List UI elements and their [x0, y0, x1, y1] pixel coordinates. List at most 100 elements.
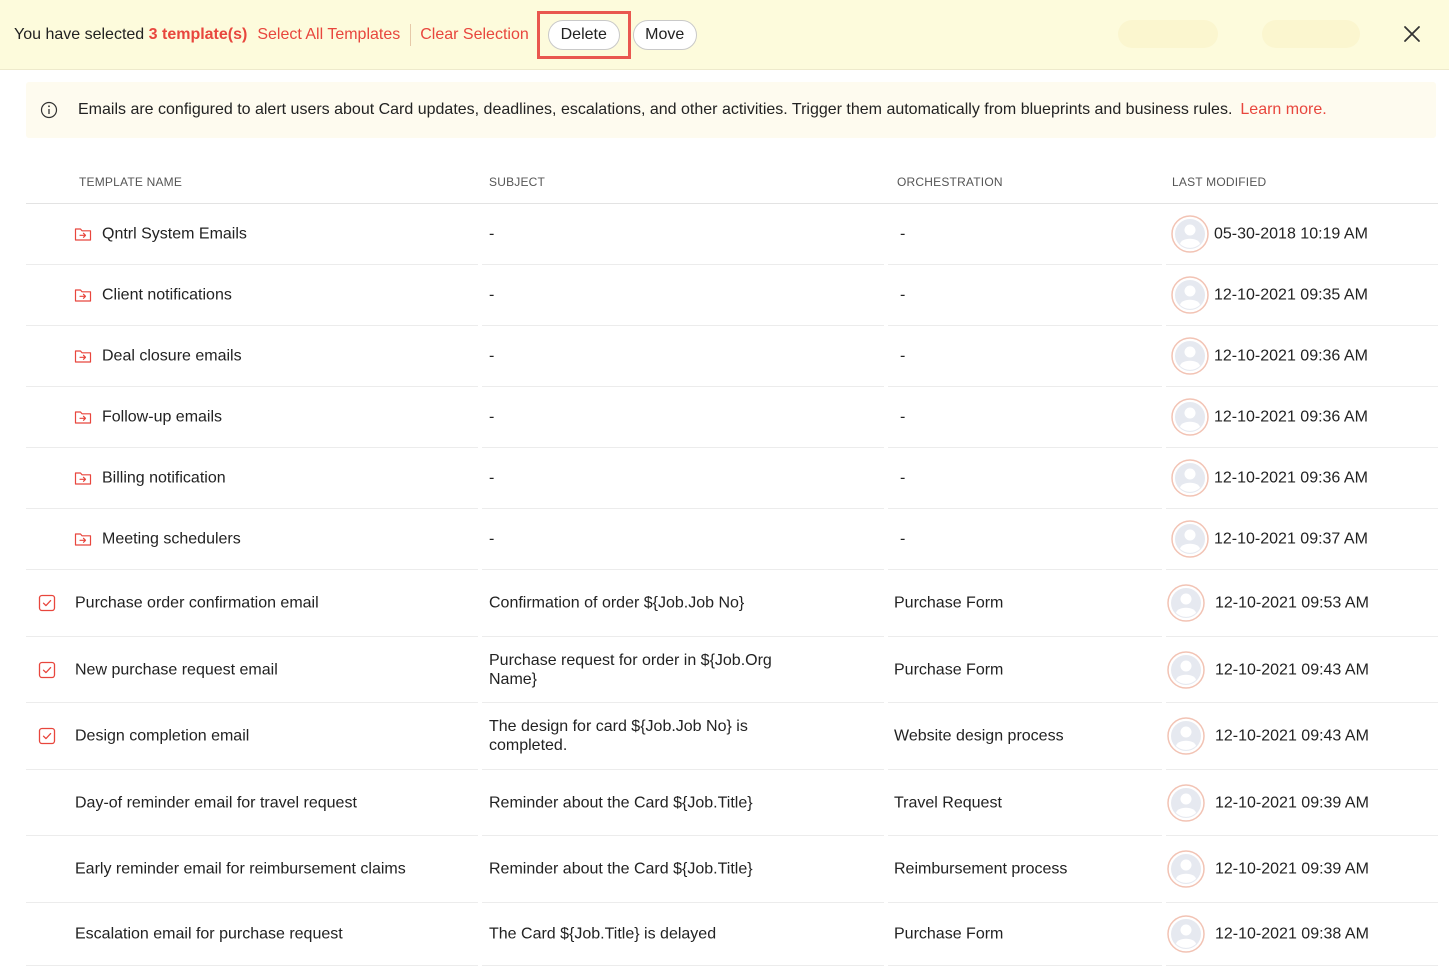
- learn-more-link[interactable]: Learn more.: [1240, 101, 1326, 119]
- template-subject: Reminder about the Card ${Job.Title}: [489, 794, 753, 811]
- subject-cell: -: [482, 387, 884, 448]
- avatar: [1171, 459, 1209, 497]
- modified-cell: 12-10-2021 09:43 AM: [1166, 703, 1438, 770]
- name-cell: Escalation email for purchase request: [26, 903, 478, 966]
- template-subject: The design for card ${Job.Job No} is com…: [489, 718, 748, 754]
- folder-row[interactable]: Billing notification - - 12-10-2021 09:36 A…: [26, 448, 1438, 509]
- avatar: [1171, 520, 1209, 558]
- avatar: [1171, 398, 1209, 436]
- template-orchestration: Reimbursement process: [894, 860, 1068, 878]
- template-subject: The Card ${Job.Title} is delayed: [489, 925, 717, 943]
- template-name[interactable]: Deal closure emails: [102, 347, 242, 366]
- clear-selection-link[interactable]: Clear Selection: [420, 26, 529, 44]
- name-cell: Early reminder email for reimbursement c…: [26, 836, 478, 903]
- move-button[interactable]: Move: [632, 19, 697, 50]
- avatar: [1167, 915, 1205, 953]
- name-cell: Meeting schedulers: [26, 509, 478, 570]
- checkbox-checked-icon[interactable]: [38, 661, 56, 679]
- template-orchestration: Website design process: [894, 727, 1064, 745]
- name-cell: Follow-up emails: [26, 387, 478, 448]
- checkbox-checked-icon[interactable]: [38, 727, 56, 745]
- orchestration-cell: Website design process: [888, 703, 1162, 770]
- orchestration-cell: Purchase Form: [888, 570, 1162, 637]
- header-subject[interactable]: SUBJECT: [489, 175, 545, 189]
- orchestration-cell: -: [888, 509, 1162, 570]
- header-template-name[interactable]: TEMPLATE NAME: [79, 175, 182, 189]
- subject-cell: Reminder about the Card ${Job.Title}: [482, 836, 884, 903]
- template-name[interactable]: Escalation email for purchase request: [75, 925, 343, 944]
- name-cell: Billing notification: [26, 448, 478, 509]
- template-orchestration: -: [900, 530, 906, 548]
- folder-icon: [74, 472, 92, 485]
- close-icon[interactable]: [1398, 20, 1426, 48]
- header-last-modified[interactable]: LAST MODIFIED: [1172, 175, 1266, 189]
- name-cell: Purchase order confirmation email: [26, 570, 478, 637]
- subject-cell: -: [482, 204, 884, 265]
- template-name[interactable]: Follow-up emails: [102, 408, 222, 427]
- selection-count: 3 template(s): [148, 25, 248, 43]
- select-all-templates-link[interactable]: Select All Templates: [257, 26, 400, 44]
- avatar: [1167, 850, 1205, 888]
- folder-row[interactable]: Deal closure emails - - 12-10-2021 09:36 AM: [26, 326, 1438, 387]
- faded-toolbar-button: [1262, 20, 1360, 48]
- name-cell: Day-of reminder email for travel request: [26, 770, 478, 836]
- template-name[interactable]: Day-of reminder email for travel request: [75, 793, 357, 812]
- selection-summary: You have selected 3 template(s): [14, 26, 247, 44]
- avatar: [1171, 276, 1209, 314]
- template-row[interactable]: Escalation email for purchase request The…: [26, 903, 1438, 966]
- avatar: [1167, 584, 1205, 622]
- checkbox-checked-icon[interactable]: [38, 594, 56, 612]
- template-name[interactable]: Design completion email: [75, 727, 249, 746]
- info-icon: [40, 101, 58, 119]
- last-modified: 12-10-2021 09:38 AM: [1215, 925, 1369, 943]
- folder-icon: [74, 228, 92, 241]
- folder-row[interactable]: Follow-up emails - - 12-10-2021 09:36 AM: [26, 387, 1438, 448]
- delete-button[interactable]: Delete: [547, 19, 620, 50]
- orchestration-cell: -: [888, 448, 1162, 509]
- template-name[interactable]: Purchase order confirmation email: [75, 594, 319, 613]
- template-name[interactable]: Early reminder email for reimbursement c…: [75, 860, 406, 879]
- folder-icon: [74, 350, 92, 363]
- template-row[interactable]: New purchase request email Purchase reque…: [26, 637, 1438, 703]
- toolbar-divider: [410, 23, 412, 46]
- folder-row[interactable]: Qntrl System Emails - - 05-30-2018 10:19 AM: [26, 204, 1438, 265]
- template-subject: Reminder about the Card ${Job.Title}: [489, 860, 753, 878]
- subject-cell: The Card ${Job.Title} is delayed: [482, 903, 884, 966]
- info-message: Emails are configured to alert users abo…: [78, 101, 1233, 118]
- header-orchestration[interactable]: ORCHESTRATION: [897, 175, 1003, 189]
- template-subject: -: [489, 530, 495, 548]
- template-name[interactable]: Qntrl System Emails: [102, 225, 247, 244]
- template-orchestration: -: [900, 469, 906, 487]
- template-orchestration: Purchase Form: [894, 594, 1004, 612]
- orchestration-cell: Travel Request: [888, 770, 1162, 836]
- table-header: TEMPLATE NAME SUBJECT ORCHESTRATION LAST…: [26, 162, 1438, 204]
- orchestration-cell: Reimbursement process: [888, 836, 1162, 903]
- avatar: [1167, 650, 1205, 689]
- avatar: [1171, 337, 1209, 375]
- template-orchestration: -: [900, 286, 906, 304]
- modified-cell: 12-10-2021 09:36 AM: [1166, 448, 1438, 509]
- template-row[interactable]: Early reminder email for reimbursement c…: [26, 836, 1438, 903]
- template-name[interactable]: Client notifications: [102, 286, 232, 305]
- folder-row[interactable]: Meeting schedulers - - 12-10-2021 09:37 AM: [26, 509, 1438, 570]
- modified-cell: 12-10-2021 09:39 AM: [1166, 770, 1438, 836]
- subject-cell: -: [482, 509, 884, 570]
- template-subject: -: [489, 286, 495, 304]
- template-name[interactable]: New purchase request email: [75, 660, 278, 679]
- last-modified: 12-10-2021 09:53 AM: [1215, 594, 1369, 612]
- subject-cell: -: [482, 448, 884, 509]
- template-subject: -: [489, 469, 495, 487]
- folder-row[interactable]: Client notifications - - 12-10-2021 09:35 A…: [26, 265, 1438, 326]
- template-row[interactable]: Purchase order confirmation email Confirm…: [26, 570, 1438, 637]
- subject-cell: Purchase request for order in ${Job.Org …: [482, 637, 884, 703]
- last-modified: 12-10-2021 09:43 AM: [1215, 661, 1369, 678]
- modified-cell: 12-10-2021 09:38 AM: [1166, 903, 1438, 966]
- last-modified: 12-10-2021 09:36 AM: [1214, 469, 1368, 487]
- template-name[interactable]: Billing notification: [102, 469, 226, 488]
- folder-icon: [74, 533, 92, 546]
- template-row[interactable]: Design completion email The design for ca…: [26, 703, 1438, 770]
- template-row[interactable]: Day-of reminder email for travel request…: [26, 770, 1438, 836]
- avatar: [1167, 783, 1205, 822]
- template-subject: Confirmation of order ${Job.Job No}: [489, 594, 745, 612]
- template-name[interactable]: Meeting schedulers: [102, 530, 241, 549]
